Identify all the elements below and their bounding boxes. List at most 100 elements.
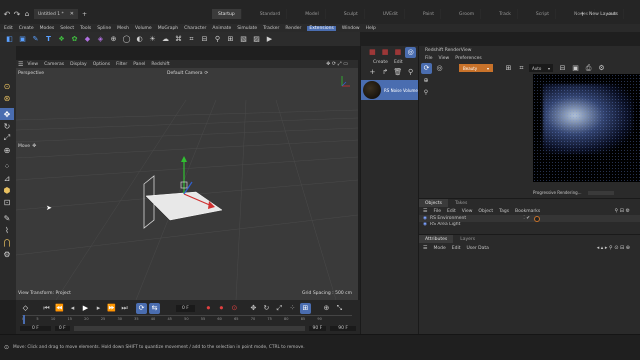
tab-layers[interactable]: Layers [454,235,483,243]
redo-icon[interactable]: ↷ [12,10,22,19]
layout-tab[interactable]: Script [530,9,556,19]
material-tag-icon[interactable] [534,215,540,222]
render-start-icon[interactable]: ⟳ [421,62,432,74]
document-tab[interactable]: Untitled 1 * ✕ [34,9,78,19]
record-icon[interactable]: ⏺ [203,303,214,314]
material-close-icon[interactable]: ▦ [367,47,378,58]
make-editable-icon[interactable]: ◧ [4,34,15,45]
region-icon[interactable]: ⊞ [503,63,514,74]
layout-tab[interactable]: Model [299,9,326,19]
range-icon[interactable]: ⇆ [149,302,160,314]
new-layouts-button[interactable]: New Layouts [589,12,618,17]
go-to-end-icon[interactable]: ⏭ [119,303,130,314]
delete-material-icon[interactable]: 🗑 [393,67,404,78]
layout-tab[interactable]: UVEdit [377,9,405,19]
link-icon[interactable]: ⌗ [186,34,197,45]
layout-tab[interactable]: Track [493,9,518,19]
workplane-icon[interactable]: ⊞ [225,34,236,45]
playhead[interactable] [23,315,25,324]
snapshot-lock-icon[interactable]: ⊟ [557,63,568,74]
material-menu-item[interactable]: Edit [394,60,403,65]
menu-item[interactable]: Volume [135,26,152,31]
render-icon[interactable]: ▶ [264,34,275,45]
timeline-ruler[interactable]: 0 5 10 15 20 25 30 35 40 45 50 55 60 65 … [22,315,352,324]
edges-icon[interactable]: ⊿ [0,172,14,184]
key-scale-icon[interactable]: ⤢ [274,303,285,314]
aov-select[interactable]: Beauty ▾ [459,64,493,72]
undo-icon[interactable]: ↶ [2,10,12,19]
new-material-icon[interactable]: + [367,67,378,78]
timeline-window-icon[interactable]: ⤡ [334,303,345,314]
attributes-nav-icons[interactable]: ◂ ▴ ▸ ⚲ ⊙ ⊟ ⊕ [597,245,630,251]
objects-menu-item[interactable]: View [462,209,473,214]
volume-icon[interactable]: ◯ [121,34,132,45]
key-selection-icon[interactable]: ⊙ [229,303,240,314]
generator-icon[interactable]: ❖ [56,34,67,45]
objects-menu-item[interactable]: Object [478,209,493,214]
render-view-icon[interactable]: ▨ [251,34,262,45]
start-frame-field-2[interactable]: 0 F [54,326,70,331]
keyframe-icon[interactable]: ◇ [20,303,31,314]
menu-item[interactable]: MoGraph [158,26,178,31]
range-slider[interactable] [73,326,305,331]
menu-item[interactable]: Mesh [117,26,129,31]
menu-item[interactable]: Select [60,26,74,31]
menu-item[interactable]: Character [184,26,206,31]
save-image-icon[interactable]: ⎙ [583,63,594,74]
add-tab-icon[interactable]: + [82,11,87,18]
tab-takes[interactable]: Takes [449,199,475,207]
menu-item[interactable]: Edit [4,26,13,31]
sky-icon[interactable]: ☁ [160,34,171,45]
key-param-icon[interactable]: ⁘ [287,303,298,314]
field-icon[interactable]: ◈ [95,34,106,45]
render-tool-icon[interactable]: ⚲ [419,86,433,98]
points-icon[interactable]: ⁘ [0,160,14,172]
key-pla-icon[interactable]: ⊞ [299,302,311,314]
layout-tab[interactable]: Paint [417,9,441,19]
zoom-select[interactable]: Auto ▾ [529,64,553,72]
move-icon[interactable]: ✥ [0,108,14,120]
crop-icon[interactable]: ⌗ [516,63,527,74]
material-node-icon[interactable]: ▦ [393,47,404,58]
tab-attributes[interactable]: Attributes [419,235,455,243]
attributes-menu-item[interactable]: Mode [433,246,445,251]
end-frame-field[interactable]: 90 F [330,326,356,331]
render-tool-icon[interactable]: ⊕ [419,74,433,86]
layout-tab[interactable]: Startup [212,9,242,19]
start-frame-field[interactable]: 0 F [20,326,51,331]
objects-menu-item[interactable]: File [433,209,441,214]
attributes-menu-item[interactable]: Edit [452,246,461,251]
uv-icon[interactable]: ⊡ [0,196,14,208]
layout-tab[interactable]: Standard [254,9,288,19]
menu-item[interactable]: Window [342,26,360,31]
autokey-icon[interactable]: ⏺ [216,303,227,314]
text-icon[interactable]: T [43,34,54,45]
material-filter-icon[interactable]: ⚲ [405,67,416,78]
scale-icon[interactable]: ⤢ [0,132,14,144]
prev-frame-icon[interactable]: ◂ [67,303,78,314]
scene-icon[interactable]: ⊕ [108,34,119,45]
magnet-icon[interactable]: ⋂ [0,236,14,248]
object-row[interactable]: ◉ RS Area Light [419,222,640,227]
render-menu-item[interactable]: Preferences [455,56,481,61]
prev-key-icon[interactable]: ⏪ [54,303,65,314]
camera-icon[interactable]: ◐ [134,34,145,45]
knife-icon[interactable]: ⌇ [0,224,14,236]
layout-tab[interactable]: Groom [453,9,482,19]
render-ipr-icon[interactable]: ◎ [434,63,445,74]
menu-item[interactable]: Render [285,26,301,31]
material-editor-icon[interactable]: ◎ [405,46,416,58]
transform-icon[interactable]: ⊕ [0,144,14,156]
material-lock-icon[interactable]: ▦ [380,47,391,58]
menu-item[interactable]: Tools [80,26,91,31]
rotate-icon[interactable]: ↻ [0,120,14,132]
menu-item[interactable]: Create [19,26,34,31]
layout-tab[interactable]: Sculpt [338,9,365,19]
timeline-settings-icon[interactable]: ⊕ [321,303,332,314]
move-tool-icon[interactable]: ⊛ [0,92,14,104]
brush-icon[interactable]: ✎ [0,212,14,224]
loop-icon[interactable]: ⟳ [136,302,147,314]
attributes-menu-icon[interactable]: ☰ [423,245,427,251]
next-key-icon[interactable]: ⏩ [106,303,117,314]
render-settings-icon[interactable]: ⚙ [596,63,607,74]
